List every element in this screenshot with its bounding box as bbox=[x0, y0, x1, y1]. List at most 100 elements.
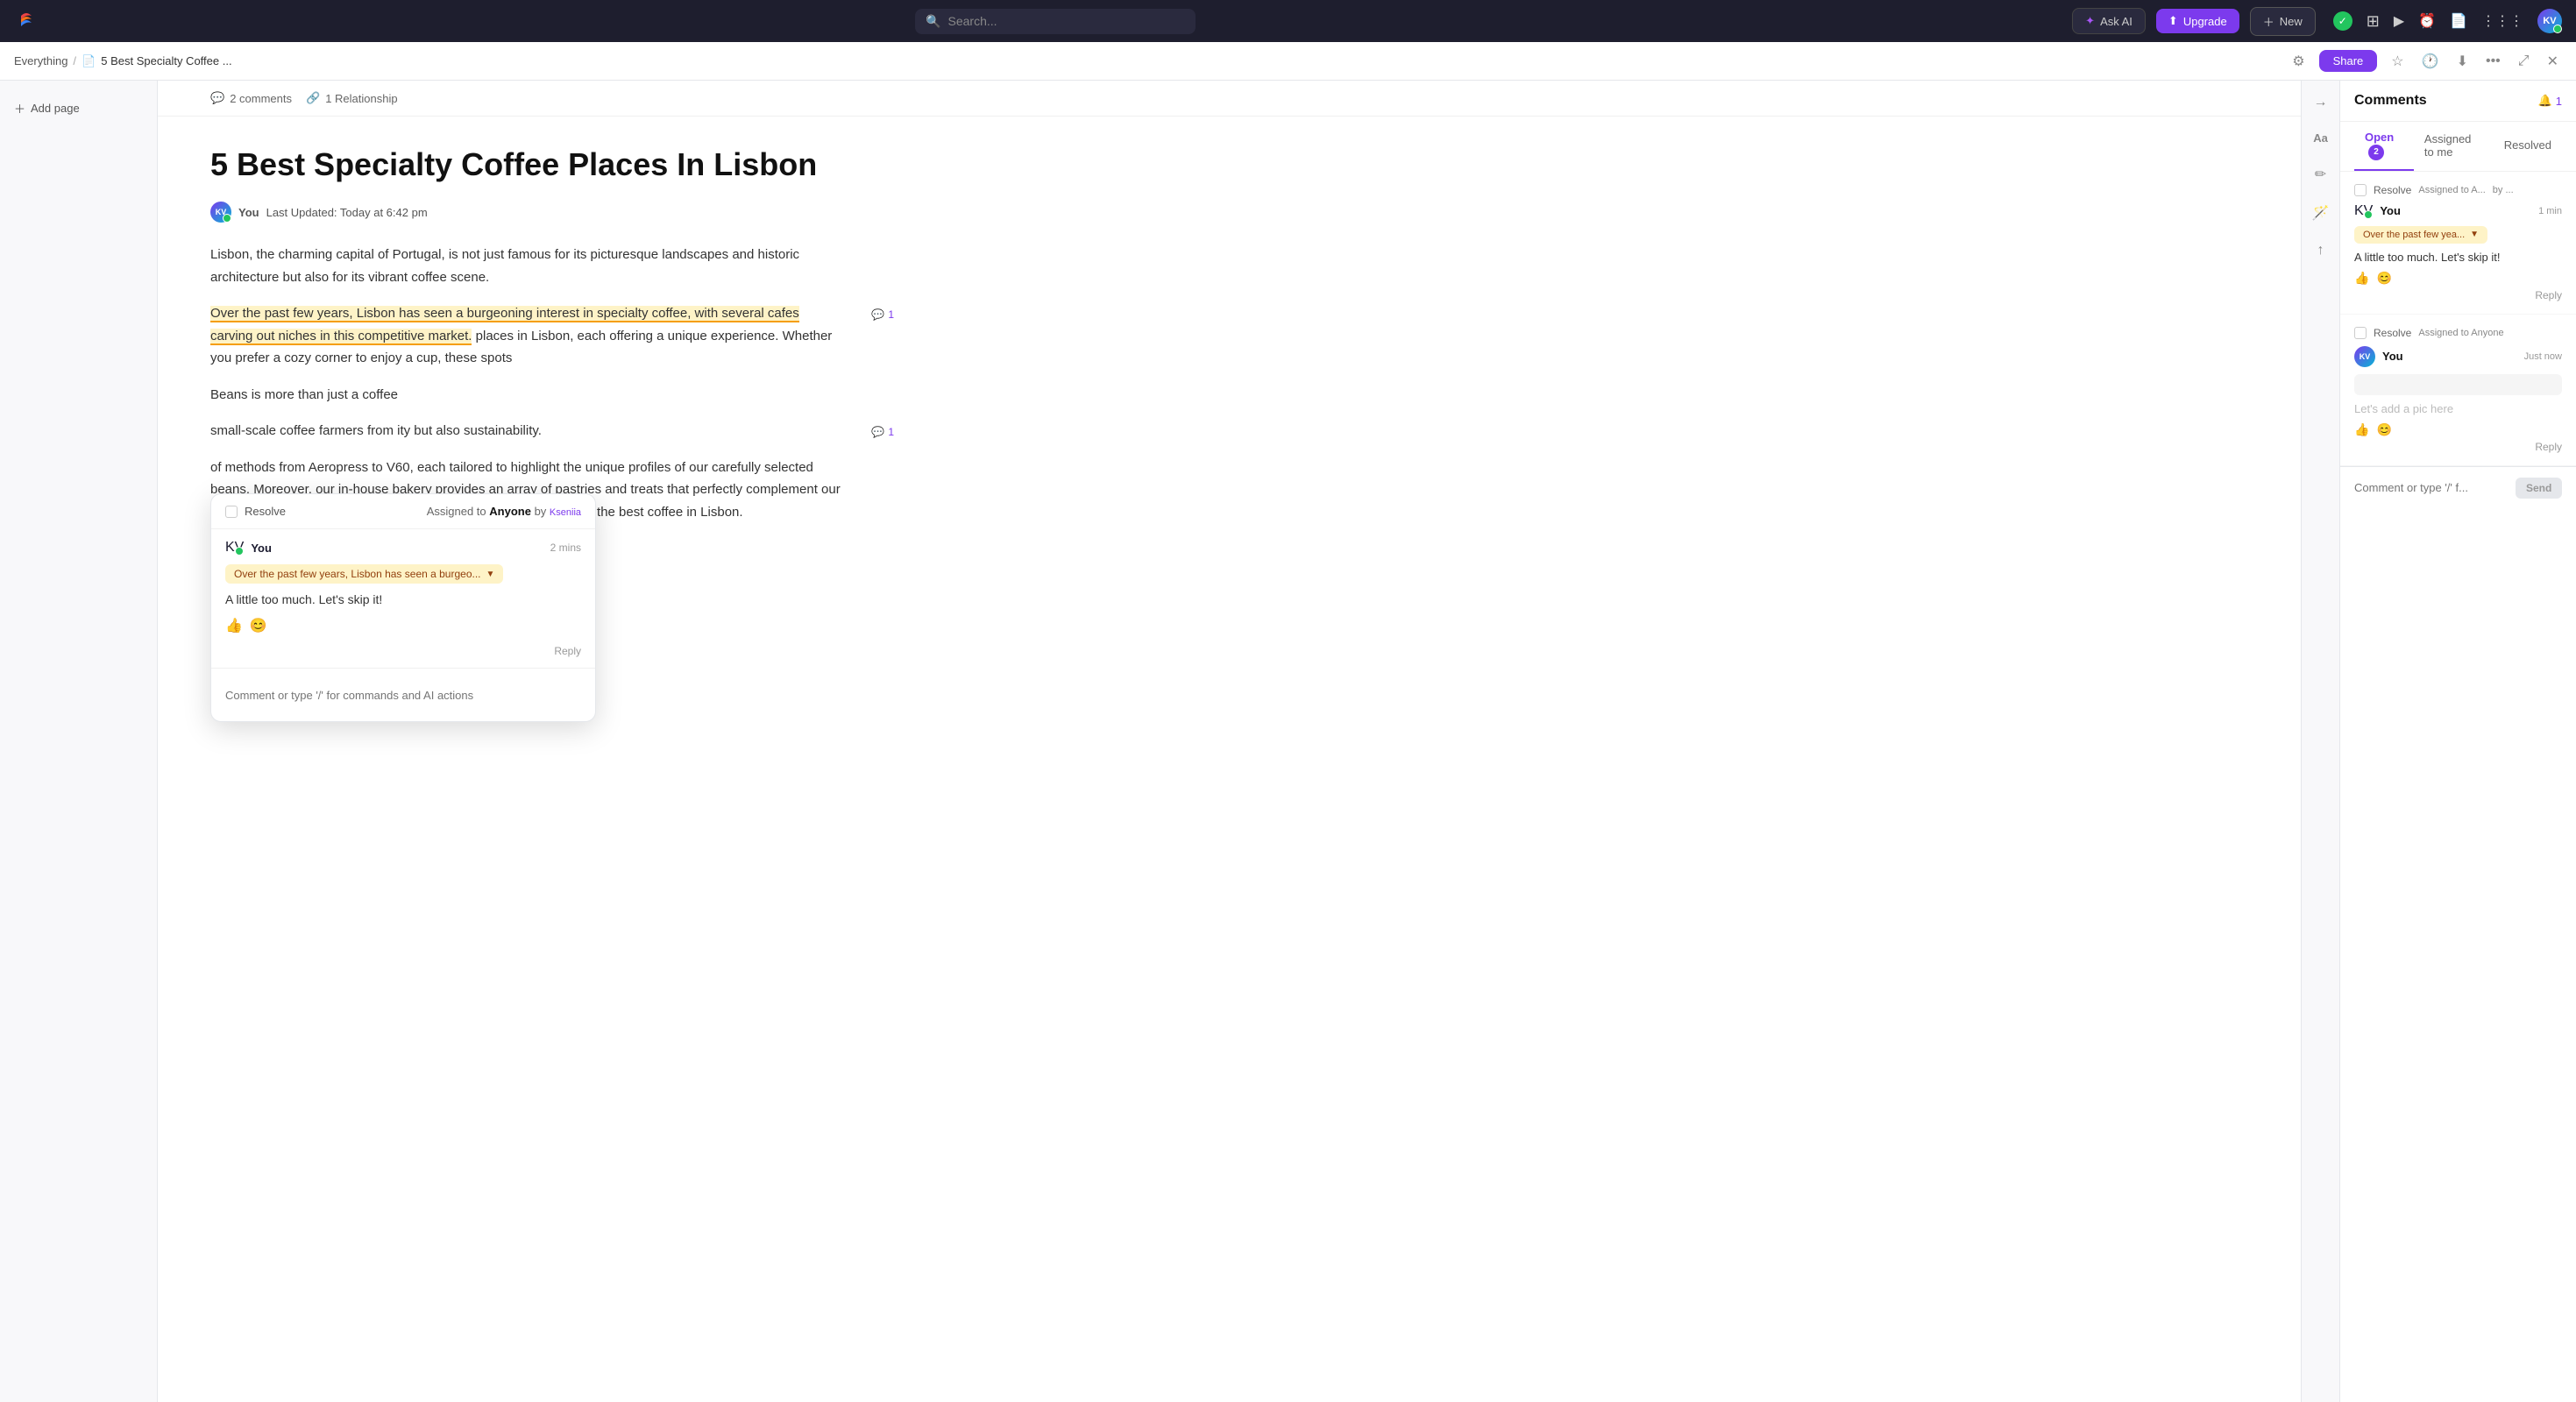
c2-emoji-icon[interactable]: 😊 bbox=[2376, 422, 2391, 437]
clock-icon[interactable]: 🕐 bbox=[2418, 49, 2443, 74]
upgrade-icon: ⬆ bbox=[2168, 14, 2178, 28]
font-icon[interactable]: Aa bbox=[2310, 128, 2331, 148]
c2-avatar: KV bbox=[2354, 346, 2375, 367]
c1-quote-chip[interactable]: Over the past few yea... ▼ bbox=[2354, 226, 2487, 244]
popup-author: KV You 2 mins bbox=[225, 540, 581, 556]
nav-icons: ✓ ⊞ ▶ ⏰ 📄 ⋮⋮⋮ KV bbox=[2333, 9, 2562, 33]
plus-icon: ＋ bbox=[2263, 13, 2274, 30]
layout: ＋ Add page 💬 2 comments 🔗 1 Relationship… bbox=[0, 81, 2576, 1402]
comments-title: Comments bbox=[2354, 93, 2427, 109]
comment-popup: Resolve Assigned to Anyone by Kseniia KV… bbox=[210, 493, 596, 722]
toolbar-strip: → Aa ✏ 🪄 ↑ bbox=[2301, 81, 2339, 1402]
export-icon[interactable]: ⬇ bbox=[2453, 49, 2472, 74]
assigned-by-name: Kseniia bbox=[550, 507, 581, 518]
panel-comment-input[interactable] bbox=[2354, 481, 2509, 494]
c1-quote-text: Over the past few yea... bbox=[2363, 230, 2465, 240]
c2-resolve-checkbox[interactable] bbox=[2354, 327, 2367, 339]
bell-icon: 🔔 bbox=[2538, 94, 2552, 108]
popup-quote-chip[interactable]: Over the past few years, Lisbon has seen… bbox=[225, 564, 503, 584]
upgrade-button[interactable]: ⬆ Upgrade bbox=[2156, 9, 2239, 33]
share-up-icon[interactable]: ↑ bbox=[2314, 239, 2328, 262]
video-icon[interactable]: ▶ bbox=[2394, 12, 2404, 30]
grid-icon[interactable]: ⊞ bbox=[2367, 12, 2380, 31]
resolve-label[interactable]: Resolve bbox=[245, 505, 286, 518]
tab-assigned-to-me[interactable]: Assigned to me bbox=[2414, 124, 2494, 169]
tab-resolved[interactable]: Resolved bbox=[2494, 130, 2562, 162]
new-button[interactable]: ＋ New bbox=[2250, 7, 2316, 36]
body-paragraph-4: small-scale coffee farmers from ity but … bbox=[210, 420, 841, 443]
sidebar: ＋ Add page bbox=[0, 81, 158, 1402]
chevron-down-icon: ▼ bbox=[486, 570, 495, 579]
expand-icon[interactable]: ⤢ bbox=[2515, 50, 2533, 73]
send-button[interactable]: Send bbox=[2516, 478, 2562, 499]
last-updated: Last Updated: Today at 6:42 pm bbox=[266, 206, 428, 219]
highlighted-block: ＋ ⠿ Over the past few years, Lisbon has … bbox=[210, 302, 841, 384]
comments-tabs: Open 2 Assigned to me Resolved bbox=[2340, 122, 2576, 172]
doc-icon[interactable]: 📄 bbox=[2450, 12, 2467, 30]
body-paragraph-3: Beans is more than just a coffee bbox=[210, 384, 841, 407]
popup-reactions: 👍 😊 bbox=[225, 617, 581, 634]
collapse-icon[interactable]: → bbox=[2310, 91, 2331, 114]
c2-author-name: You bbox=[2382, 350, 2403, 363]
comment-item-1: Resolve Assigned to A... by ... KV You 1… bbox=[2340, 172, 2576, 315]
star-icon[interactable]: ☆ bbox=[2388, 49, 2407, 74]
user-avatar[interactable]: KV bbox=[2537, 9, 2562, 33]
c2-reply-button[interactable]: Reply bbox=[2354, 441, 2562, 453]
sidebar-add-page[interactable]: ＋ Add page bbox=[7, 95, 150, 122]
alarm-icon[interactable]: ⏰ bbox=[2418, 12, 2436, 30]
secondbar-right: ⚙ Share ☆ 🕐 ⬇ ••• ⤢ ✕ bbox=[2289, 49, 2562, 74]
tab-open[interactable]: Open 2 bbox=[2354, 122, 2414, 171]
more-icon[interactable]: ••• bbox=[2482, 50, 2504, 73]
breadcrumb-current: 5 Best Specialty Coffee ... bbox=[101, 54, 231, 67]
logo[interactable] bbox=[14, 7, 39, 36]
share-button[interactable]: Share bbox=[2319, 50, 2378, 72]
c1-emoji-icon[interactable]: 😊 bbox=[2376, 271, 2391, 286]
popup-comment-text: A little too much. Let's skip it! bbox=[225, 592, 581, 606]
breadcrumb-root[interactable]: Everything bbox=[14, 54, 67, 67]
popup-reply[interactable]: Reply bbox=[225, 645, 581, 657]
relationship-meta[interactable]: 🔗 1 Relationship bbox=[306, 91, 398, 105]
popup-assigned: Assigned to Anyone by Kseniia bbox=[427, 505, 581, 518]
c1-thumbs-icon[interactable]: 👍 bbox=[2354, 271, 2369, 286]
resolve-checkbox[interactable] bbox=[225, 506, 238, 518]
comment-count-1[interactable]: 💬 1 bbox=[871, 306, 894, 323]
c1-resolve-label[interactable]: Resolve bbox=[2374, 184, 2411, 196]
c2-author-row: KV You Just now bbox=[2354, 346, 2562, 367]
search-bar[interactable]: 🔍 Search... bbox=[915, 9, 1196, 34]
search-icon: 🔍 bbox=[926, 14, 940, 29]
comment-icon: 💬 bbox=[210, 91, 224, 105]
comment-icon-2: 💬 bbox=[871, 423, 884, 441]
assigned-anyone[interactable]: Anyone bbox=[489, 505, 531, 518]
c1-by-label: by ... bbox=[2493, 185, 2514, 195]
settings-icon[interactable]: ⚙ bbox=[2289, 49, 2308, 74]
drag-icon[interactable]: ⠿ bbox=[192, 306, 202, 329]
c2-resolve-label[interactable]: Resolve bbox=[2374, 327, 2411, 339]
c1-comment-text: A little too much. Let's skip it! bbox=[2354, 251, 2562, 264]
c1-author-name: You bbox=[2380, 204, 2401, 217]
apps-icon[interactable]: ⋮⋮⋮ bbox=[2481, 12, 2523, 30]
wand-icon[interactable]: 🪄 bbox=[2309, 201, 2333, 225]
popup-input[interactable] bbox=[225, 679, 581, 711]
check-icon[interactable]: ✓ bbox=[2333, 11, 2352, 31]
popup-body: KV You 2 mins Over the past few years, L… bbox=[211, 529, 595, 668]
brush-icon[interactable]: ✏ bbox=[2311, 162, 2330, 187]
close-icon[interactable]: ✕ bbox=[2544, 49, 2562, 74]
c2-thumbs-icon[interactable]: 👍 bbox=[2354, 422, 2369, 437]
popup-header: Resolve Assigned to Anyone by Kseniia bbox=[211, 494, 595, 529]
popup-time: 2 mins bbox=[550, 542, 581, 554]
comment-count-2[interactable]: 💬 1 bbox=[871, 423, 894, 441]
search-placeholder: Search... bbox=[948, 14, 997, 28]
comments-bell[interactable]: 🔔 1 bbox=[2538, 94, 2562, 108]
plus-icon: ＋ bbox=[14, 100, 25, 117]
plus-action-icon[interactable]: ＋ bbox=[175, 306, 188, 329]
c1-resolve-checkbox[interactable] bbox=[2354, 184, 2367, 196]
comments-meta[interactable]: 💬 2 comments bbox=[210, 91, 292, 105]
ask-ai-button[interactable]: ✦ Ask AI bbox=[2072, 8, 2146, 34]
comments-panel: Comments 🔔 1 Open 2 Assigned to me Resol… bbox=[2339, 81, 2576, 1402]
c1-reply-button[interactable]: Reply bbox=[2354, 289, 2562, 301]
popup-input-area bbox=[211, 668, 595, 721]
emoji-icon[interactable]: 😊 bbox=[250, 617, 267, 634]
c1-author-row: KV You 1 min bbox=[2354, 203, 2562, 219]
thumbs-up-icon[interactable]: 👍 bbox=[225, 617, 243, 634]
author-name: You bbox=[238, 206, 259, 219]
